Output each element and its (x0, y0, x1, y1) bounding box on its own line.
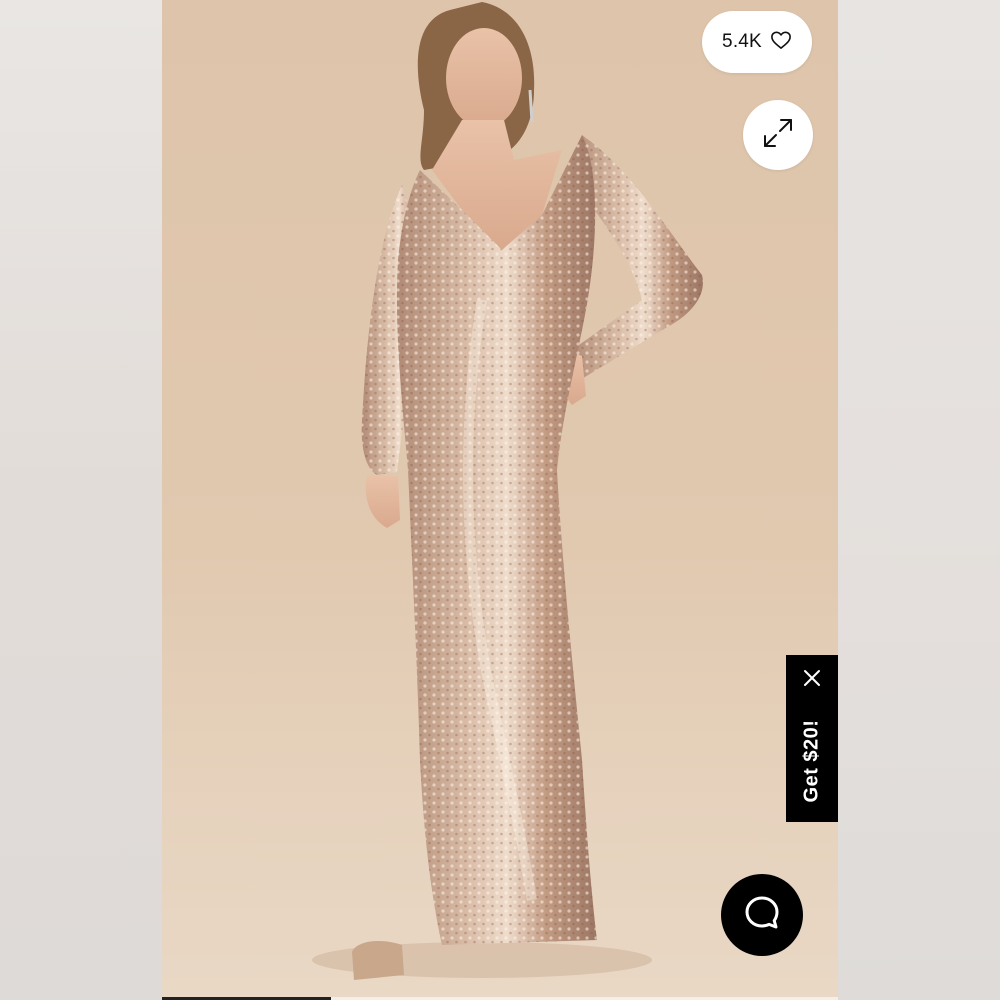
chat-bubble-icon (742, 893, 782, 938)
product-image-viewer: 5.4K Get $20! (0, 0, 1000, 1000)
like-count-button[interactable]: 5.4K (702, 11, 812, 73)
expand-arrows-icon (760, 115, 796, 156)
like-count: 5.4K (722, 31, 762, 52)
close-icon (803, 669, 821, 692)
promo-close-button[interactable] (786, 665, 838, 695)
promo-label[interactable]: Get $20! (801, 720, 824, 803)
chat-button[interactable] (721, 874, 803, 956)
heart-outline-icon (770, 30, 792, 55)
blurred-backdrop-right (838, 0, 1000, 1000)
product-photo[interactable] (162, 0, 838, 1000)
promo-tab[interactable]: Get $20! (786, 655, 838, 822)
expand-button[interactable] (743, 100, 813, 170)
model-in-sequin-gown (312, 2, 703, 980)
blurred-backdrop-left (0, 0, 162, 1000)
